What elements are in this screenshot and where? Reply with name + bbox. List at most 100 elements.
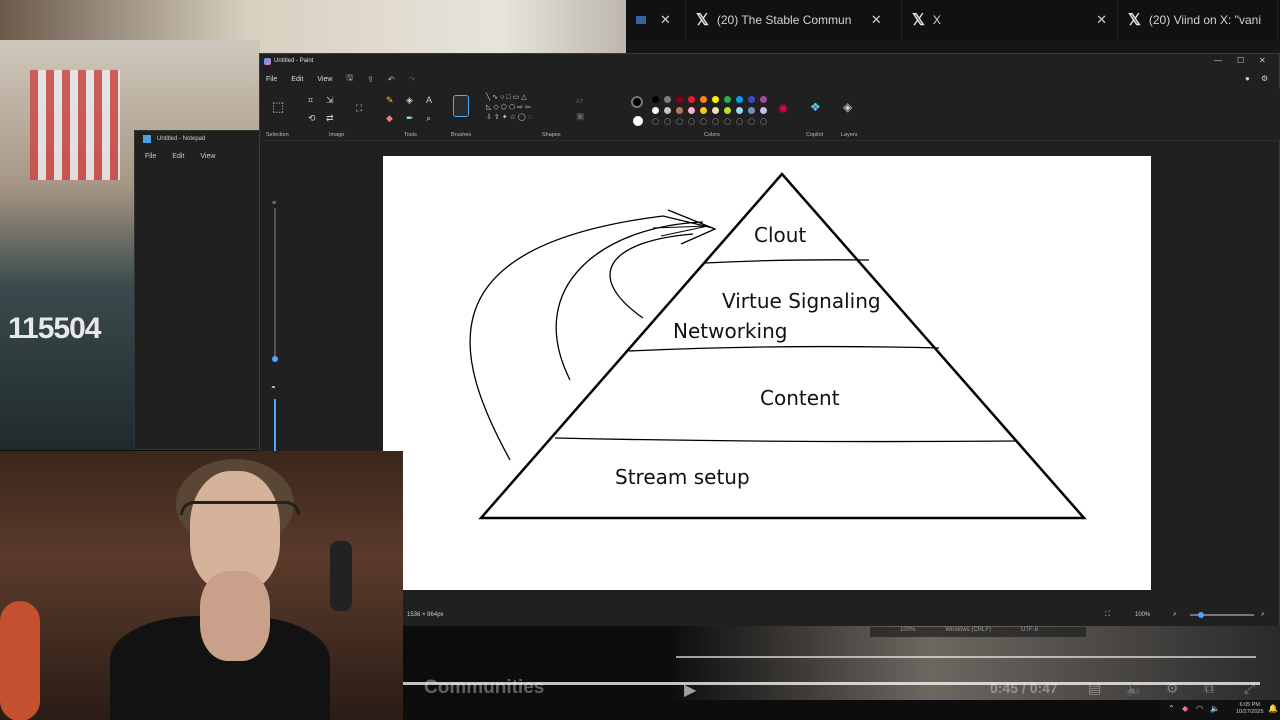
pyramid-drawing bbox=[469, 172, 1087, 520]
magnifier-icon[interactable]: ⌕ bbox=[426, 113, 431, 124]
maximize-icon[interactable]: ☐ bbox=[1237, 56, 1244, 65]
captions-icon[interactable]: ▤ bbox=[1088, 680, 1101, 697]
browser-tab[interactable]: 𝕏 (20) The Stable Commun ✕ bbox=[686, 0, 902, 40]
primary-color-swatch[interactable] bbox=[631, 96, 643, 108]
browser-tab[interactable]: 𝕏 (20) Viind on X: "vani bbox=[1118, 0, 1278, 40]
fullscreen-icon[interactable]: ⤢ bbox=[1244, 680, 1255, 697]
volume-icon[interactable]: 🔈 bbox=[1210, 704, 1220, 713]
color-swatch[interactable] bbox=[760, 96, 767, 103]
brush-size-slider-handle[interactable] bbox=[272, 356, 278, 362]
selection-icon[interactable]: ⬚ bbox=[272, 99, 284, 115]
browser-tab[interactable]: 𝕏 X ✕ bbox=[902, 0, 1118, 40]
share-icon[interactable]: ⇪ bbox=[367, 75, 374, 84]
flip-icon[interactable]: ⇄ bbox=[326, 113, 334, 124]
account-icon[interactable]: ● bbox=[1245, 74, 1250, 83]
zoom-out-icon[interactable]: ⌕ bbox=[1173, 611, 1177, 619]
color-picker-icon[interactable]: ✒ bbox=[406, 113, 414, 124]
menu-edit[interactable]: Edit bbox=[291, 76, 303, 83]
paint-canvas[interactable]: Clout Virtue Signaling Networking Conten… bbox=[383, 156, 1151, 590]
color-swatch[interactable] bbox=[676, 96, 683, 103]
tray-overflow-icon[interactable]: ⌃ bbox=[1168, 704, 1175, 713]
empty-color-slot[interactable] bbox=[736, 118, 743, 125]
zoom-in-icon[interactable]: ⌕ bbox=[1261, 611, 1265, 619]
notepad-title: Untitled - Notepad bbox=[157, 136, 206, 142]
notepad-menu-edit[interactable]: Edit bbox=[172, 153, 184, 160]
settings-icon[interactable]: ⚙ bbox=[1261, 74, 1268, 83]
color-swatch[interactable] bbox=[700, 96, 707, 103]
brush-size-slider[interactable] bbox=[274, 208, 276, 358]
edit-colors-icon[interactable]: ✺ bbox=[778, 102, 788, 116]
empty-color-slot[interactable] bbox=[676, 118, 683, 125]
close-icon[interactable]: ✕ bbox=[1259, 56, 1266, 65]
color-swatch[interactable] bbox=[688, 96, 695, 103]
video-title: Communities bbox=[424, 677, 545, 698]
notepad-menu-file[interactable]: File bbox=[145, 153, 156, 160]
settings-icon[interactable]: ⚙ bbox=[1166, 680, 1179, 697]
undo-icon[interactable]: ↶ bbox=[388, 75, 395, 84]
menu-view[interactable]: View bbox=[317, 76, 332, 83]
redo-icon[interactable]: ↷ bbox=[409, 75, 416, 84]
save-icon[interactable]: 🖫 bbox=[346, 72, 353, 86]
tray-app-icon[interactable]: ◆ bbox=[1182, 704, 1188, 713]
empty-color-slot[interactable] bbox=[712, 118, 719, 125]
empty-color-slot[interactable] bbox=[700, 118, 707, 125]
color-swatch[interactable] bbox=[724, 96, 731, 103]
zoom-level[interactable]: 100% bbox=[1135, 612, 1150, 618]
image-select-icon[interactable]: ⛶ bbox=[356, 103, 362, 114]
color-swatch[interactable] bbox=[652, 96, 659, 103]
color-swatch[interactable] bbox=[652, 107, 659, 114]
eraser-icon[interactable]: ◆ bbox=[386, 113, 393, 124]
fill-icon[interactable]: ◈ bbox=[406, 95, 413, 106]
browser-tab-bar: ✕ 𝕏 (20) The Stable Commun ✕ 𝕏 X ✕ 𝕏 (20… bbox=[626, 0, 1280, 40]
menu-file[interactable]: File bbox=[266, 76, 277, 83]
color-swatch[interactable] bbox=[748, 107, 755, 114]
color-swatch[interactable] bbox=[676, 107, 683, 114]
notifications-icon[interactable]: 🔔 bbox=[1268, 704, 1278, 713]
color-swatch[interactable] bbox=[760, 107, 767, 114]
color-swatch[interactable] bbox=[712, 96, 719, 103]
crop-icon[interactable]: ⌗ bbox=[308, 95, 313, 106]
color-swatch[interactable] bbox=[664, 96, 671, 103]
minimize-icon[interactable]: — bbox=[1214, 56, 1222, 65]
notepad-window[interactable]: Untitled - Notepad File Edit View bbox=[134, 130, 264, 450]
close-icon[interactable]: ✕ bbox=[1096, 12, 1107, 28]
color-swatch[interactable] bbox=[724, 107, 731, 114]
taskbar-clock[interactable]: 6:05 PM 10/27/2025 bbox=[1236, 702, 1264, 716]
color-swatch[interactable] bbox=[688, 107, 695, 114]
shapes-gallery[interactable]: ╲∿○□▭△ ◺◇⬠⬡⇨⇦ ⇩⇧✦☆◯◌ bbox=[486, 93, 562, 127]
close-icon[interactable]: ✕ bbox=[660, 12, 671, 28]
color-swatch[interactable] bbox=[736, 96, 743, 103]
empty-color-slot[interactable] bbox=[724, 118, 731, 125]
shape-fill-icon[interactable]: ▣ bbox=[576, 111, 585, 122]
brushes-button[interactable] bbox=[453, 95, 469, 117]
copilot-icon[interactable]: ❖ bbox=[810, 100, 821, 114]
outline-icon[interactable]: ▱ bbox=[576, 95, 583, 106]
secondary-color-swatch[interactable] bbox=[633, 116, 643, 126]
color-swatch[interactable] bbox=[712, 107, 719, 114]
opacity-icon: ◓ bbox=[271, 383, 276, 392]
color-swatch[interactable] bbox=[748, 96, 755, 103]
empty-color-slot[interactable] bbox=[664, 118, 671, 125]
fit-to-window-icon[interactable]: ⛶ bbox=[1105, 611, 1110, 619]
close-icon[interactable]: ✕ bbox=[871, 12, 882, 28]
picture-in-picture-icon[interactable]: ⧉ bbox=[1204, 680, 1214, 697]
empty-color-slot[interactable] bbox=[652, 118, 659, 125]
resize-icon[interactable]: ⇲ bbox=[326, 95, 334, 106]
play-icon[interactable]: ▶ bbox=[684, 680, 696, 700]
browser-tab-partial[interactable]: ✕ bbox=[626, 0, 686, 40]
pencil-icon[interactable]: ✎ bbox=[386, 95, 394, 106]
notepad-menu-view[interactable]: View bbox=[200, 153, 215, 160]
empty-color-slot[interactable] bbox=[760, 118, 767, 125]
layers-icon[interactable]: ◈ bbox=[843, 100, 852, 114]
zoom-slider-handle[interactable] bbox=[1198, 612, 1204, 618]
rotate-icon[interactable]: ⟲ bbox=[308, 113, 316, 124]
color-swatch[interactable] bbox=[664, 107, 671, 114]
color-swatch[interactable] bbox=[700, 107, 707, 114]
empty-color-slot[interactable] bbox=[688, 118, 695, 125]
wifi-icon[interactable]: ◠ bbox=[1196, 704, 1203, 713]
volume-icon[interactable]: 🔈 bbox=[1126, 680, 1143, 697]
empty-color-slot[interactable] bbox=[748, 118, 755, 125]
text-icon[interactable]: A bbox=[426, 95, 432, 105]
brush-size-icon: ≡ bbox=[272, 200, 277, 207]
color-swatch[interactable] bbox=[736, 107, 743, 114]
